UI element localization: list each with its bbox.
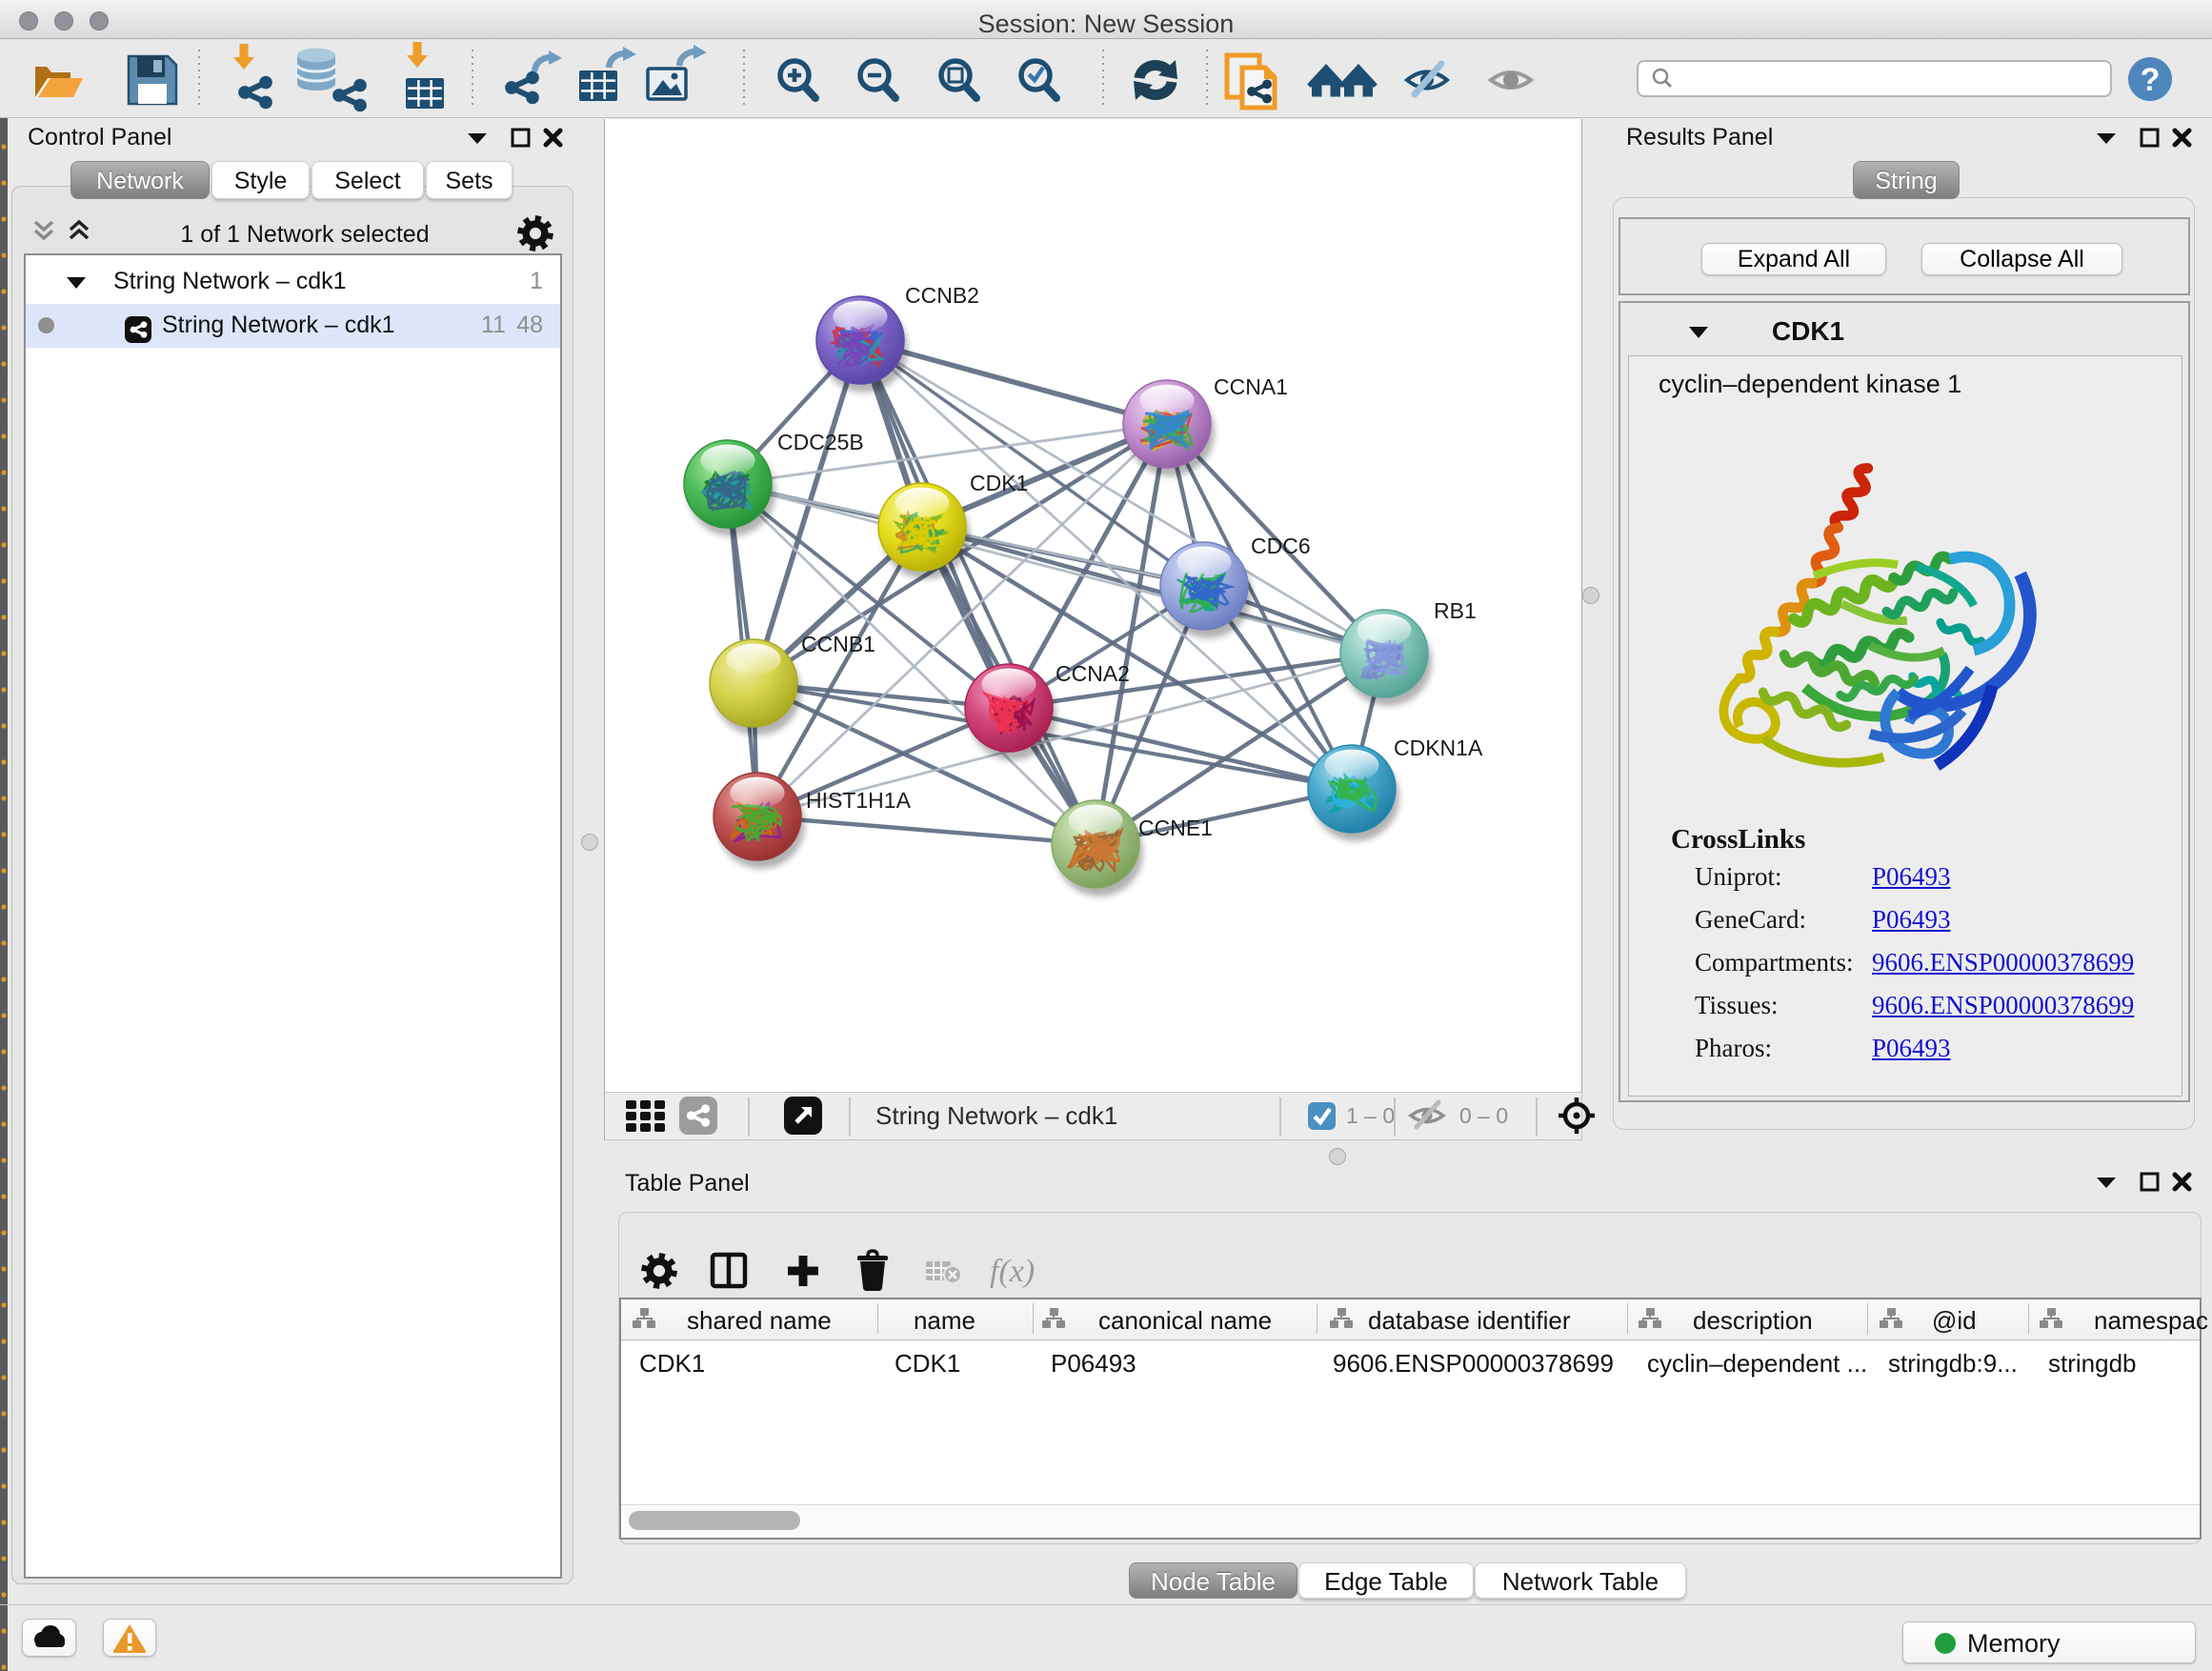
svg-text:HIST1H1A: HIST1H1A <box>806 788 912 813</box>
svg-text:RB1: RB1 <box>1434 598 1477 623</box>
svg-text:CCNB1: CCNB1 <box>801 632 875 656</box>
svg-text:0 – 0: 0 – 0 <box>1459 1103 1508 1128</box>
svg-text:CDC25B: CDC25B <box>777 430 864 454</box>
svg-text:CCNA2: CCNA2 <box>1056 661 1130 686</box>
svg-text:?: ? <box>2141 62 2161 98</box>
svg-text:CDKN1A: CDKN1A <box>1394 735 1483 760</box>
svg-text:CCNA1: CCNA1 <box>1214 374 1288 399</box>
svg-text:1 – 0: 1 – 0 <box>1346 1103 1395 1128</box>
svg-text:String Network – cdk1: String Network – cdk1 <box>875 1101 1117 1130</box>
svg-text:CCNE1: CCNE1 <box>1138 815 1213 840</box>
svg-text:CDC6: CDC6 <box>1251 534 1311 558</box>
svg-text:f(x): f(x) <box>990 1254 1035 1289</box>
svg-text:CDK1: CDK1 <box>970 471 1028 495</box>
svg-text:CCNB2: CCNB2 <box>905 283 979 308</box>
